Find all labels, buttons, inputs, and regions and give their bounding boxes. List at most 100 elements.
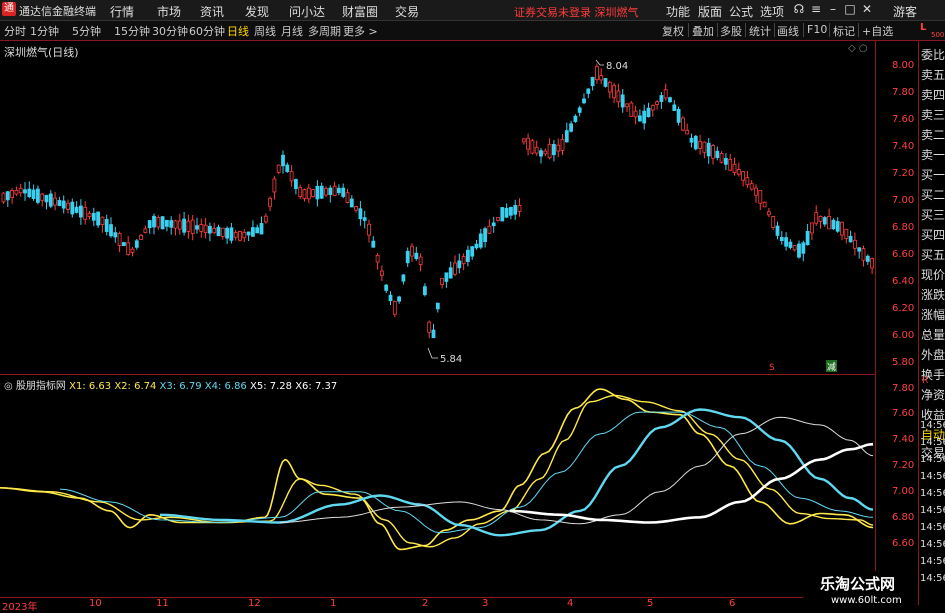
period-tab-weekly[interactable]: 周线 xyxy=(254,23,276,39)
btn-f10[interactable]: F10 xyxy=(807,23,827,36)
kline-chart[interactable]: 8.04 5.84 S 减 xyxy=(0,40,875,374)
candle xyxy=(513,199,518,220)
side-item[interactable]: 买一 xyxy=(921,166,945,183)
period-tab-15min[interactable]: 15分钟 xyxy=(114,23,150,39)
period-tab-more[interactable]: 更多 > xyxy=(343,23,378,39)
side-item[interactable]: 外盘 xyxy=(921,346,945,363)
menu-shichang[interactable]: 市场 xyxy=(157,3,181,20)
menu-caifuquan[interactable]: 财富圈 xyxy=(342,3,378,20)
menu-icon[interactable]: ≡ xyxy=(809,2,823,16)
candle-body xyxy=(379,270,384,276)
candle-body xyxy=(736,169,741,175)
price-axis: 8.00 7.80 7.60 7.40 7.20 7.00 6.80 6.60 … xyxy=(875,40,919,375)
menu-bar: 通 通达信金融终端 行情 市场 资讯 发现 问小达 财富圈 交易 证券交易未登录… xyxy=(0,0,945,21)
menu-hangqing[interactable]: 行情 xyxy=(110,3,134,20)
candle xyxy=(109,217,113,238)
candle xyxy=(728,153,733,172)
side-item[interactable]: 买三 xyxy=(921,206,945,223)
btn-add-favorite[interactable]: +自选 xyxy=(862,23,893,39)
candle-body xyxy=(405,250,410,264)
candle xyxy=(560,134,565,156)
date-tick: 5 xyxy=(647,598,654,609)
login-notice[interactable]: 证券交易未登录 深圳燃气 xyxy=(514,4,639,20)
date-tick: 4 xyxy=(567,598,574,609)
btn-diejia[interactable]: 叠加 xyxy=(692,23,714,39)
close-icon[interactable]: ✕ xyxy=(860,2,874,16)
candle-body xyxy=(285,164,290,173)
candle xyxy=(638,109,642,122)
time-cell: 14:56 xyxy=(920,505,945,516)
menu-banmian[interactable]: 版面 xyxy=(698,3,722,20)
period-tab-daily[interactable]: 日线 xyxy=(227,23,249,39)
period-tab-fenshi[interactable]: 分时 xyxy=(4,23,26,39)
candle xyxy=(655,100,659,110)
side-item[interactable]: 涨跌 xyxy=(921,286,945,303)
candle-body xyxy=(371,240,376,248)
candle-body xyxy=(418,256,423,265)
candle xyxy=(569,120,573,133)
candle-body xyxy=(487,225,492,234)
candle xyxy=(487,219,492,234)
candle-body xyxy=(70,201,75,215)
candle xyxy=(539,148,543,164)
side-item[interactable]: 买二 xyxy=(921,186,945,203)
minimize-icon[interactable]: – xyxy=(826,2,840,16)
candle-body xyxy=(457,260,462,269)
btn-duogu[interactable]: 多股 xyxy=(720,23,742,39)
side-item[interactable]: 卖二 xyxy=(921,126,945,143)
candle-body xyxy=(474,243,479,249)
period-tab-30min[interactable]: 30分钟 xyxy=(152,23,188,39)
menu-gongneng[interactable]: 功能 xyxy=(666,3,690,20)
series-x3-line xyxy=(59,411,874,534)
candle xyxy=(345,188,350,204)
menu-jiaoyi[interactable]: 交易 xyxy=(395,3,419,20)
side-item[interactable]: 卖一 xyxy=(921,146,945,163)
candle xyxy=(521,137,526,145)
menu-faxian[interactable]: 发现 xyxy=(245,3,269,20)
period-tab-multi[interactable]: 多周期 xyxy=(308,23,341,39)
side-item[interactable]: 卖五 xyxy=(921,66,945,83)
candle xyxy=(216,224,221,237)
btn-huaxian[interactable]: 画线 xyxy=(777,23,799,39)
period-tab-monthly[interactable]: 月线 xyxy=(281,23,303,39)
btn-fuquan[interactable]: 复权 xyxy=(662,23,684,39)
candle-body xyxy=(741,171,745,181)
candle xyxy=(87,210,92,220)
headset-icon[interactable]: ☊ xyxy=(792,2,806,16)
side-item[interactable]: 卖三 xyxy=(921,106,945,123)
candle-body xyxy=(577,107,582,113)
maximize-icon[interactable]: □ xyxy=(843,2,857,16)
side-item[interactable]: 委比 xyxy=(921,46,945,63)
menu-zixun[interactable]: 资讯 xyxy=(200,3,224,20)
menu-gongshi[interactable]: 公式 xyxy=(729,3,753,20)
candle-body xyxy=(246,231,251,236)
candle-body xyxy=(870,258,874,269)
candle-body xyxy=(646,107,651,118)
candle-body xyxy=(281,154,285,167)
side-item[interactable]: 买五 xyxy=(921,246,945,263)
side-item[interactable]: 买四 xyxy=(921,226,945,243)
btn-biaoji[interactable]: 标记 xyxy=(833,23,855,39)
indicator-chart[interactable] xyxy=(0,375,875,597)
candle-body xyxy=(341,187,346,197)
side-item[interactable]: 卖四 xyxy=(921,86,945,103)
side-item[interactable]: 总量 xyxy=(921,326,945,343)
side-item[interactable]: 涨幅 xyxy=(921,306,945,323)
candle xyxy=(160,215,165,230)
btn-tongji[interactable]: 统计 xyxy=(749,23,771,39)
period-tab-1min[interactable]: 1分钟 xyxy=(30,23,59,39)
candle xyxy=(375,252,380,270)
candle xyxy=(44,194,49,210)
menu-wenxiaoda[interactable]: 问小达 xyxy=(289,3,325,20)
candle xyxy=(104,214,109,236)
period-tab-5min[interactable]: 5分钟 xyxy=(72,23,101,39)
menu-xuanxiang[interactable]: 选项 xyxy=(760,3,784,20)
candle-body xyxy=(229,227,234,241)
period-tab-60min[interactable]: 60分钟 xyxy=(189,23,225,39)
side-item[interactable]: 现价 xyxy=(921,266,945,283)
candle xyxy=(818,215,823,229)
guest-label[interactable]: 游客 xyxy=(893,3,917,20)
side-item[interactable]: 净资 xyxy=(921,386,945,403)
candle-body xyxy=(448,267,453,279)
candle xyxy=(530,138,535,155)
